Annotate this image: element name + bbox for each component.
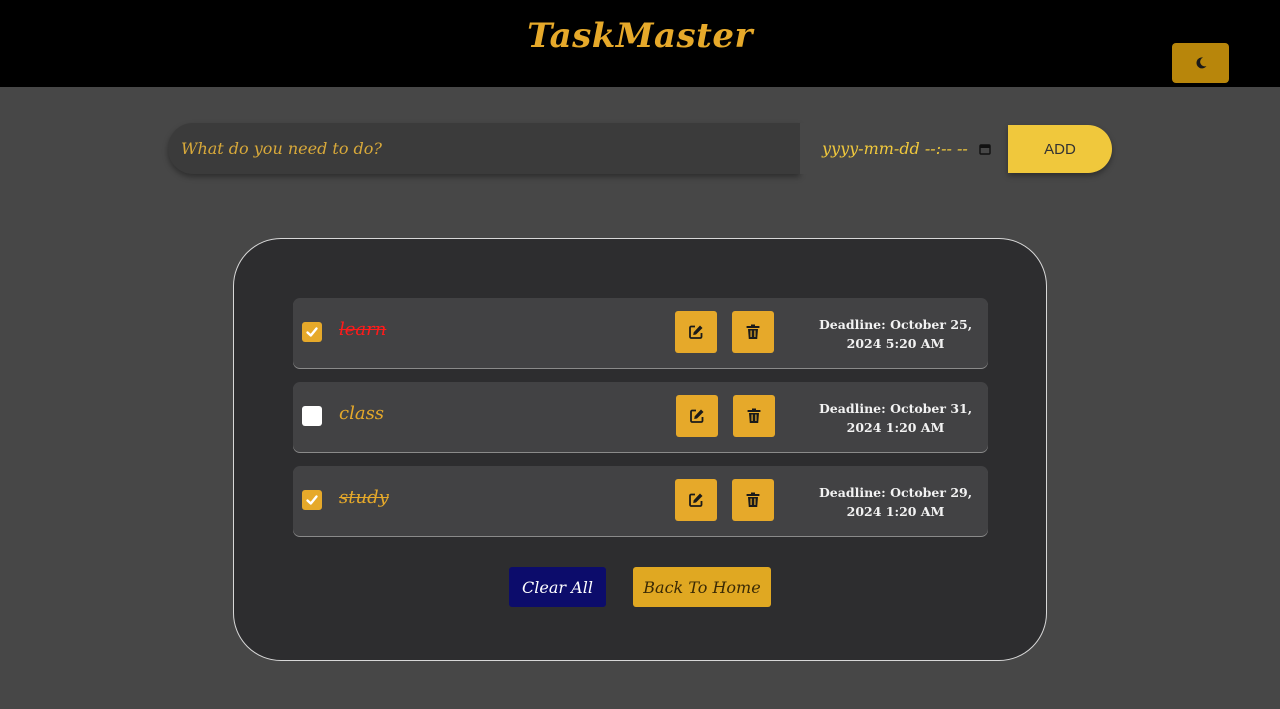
add-task-button[interactable]: ADD — [1008, 125, 1112, 173]
trash-icon — [746, 492, 760, 507]
task-complete-checkbox[interactable] — [302, 490, 322, 510]
delete-task-button[interactable] — [732, 311, 774, 353]
task-text: study — [339, 487, 389, 508]
task-text: learn — [339, 319, 387, 340]
calendar-icon[interactable] — [979, 143, 991, 155]
deadline-line-2: 2024 1:20 AM — [846, 420, 945, 435]
task-input-placeholder: What do you need to do? — [181, 139, 382, 158]
task-item: class Deadline: October 31, 2024 1:20 AM — [293, 382, 988, 452]
task-text: class — [339, 403, 385, 424]
checkmark-icon — [306, 495, 318, 505]
theme-toggle-button[interactable] — [1172, 43, 1229, 83]
task-deadline: Deadline: October 25, 2024 5:20 AM — [813, 315, 978, 353]
clear-all-button[interactable]: Clear All — [509, 567, 606, 607]
task-list-panel: learn Deadline: October 25, 2024 5:20 AM… — [233, 238, 1047, 661]
trash-icon — [746, 324, 760, 339]
task-complete-checkbox[interactable] — [302, 406, 322, 426]
deadline-line-1: Deadline: October 31, — [818, 401, 973, 416]
task-input[interactable]: What do you need to do? — [168, 123, 800, 174]
edit-task-button[interactable] — [675, 311, 717, 353]
deadline-line-1: Deadline: October 29, — [818, 485, 973, 500]
delete-task-button[interactable] — [732, 479, 774, 521]
checkmark-icon — [306, 327, 318, 337]
edit-icon — [689, 493, 703, 507]
task-deadline: Deadline: October 31, 2024 1:20 AM — [813, 399, 978, 437]
app-header: TaskMaster — [0, 0, 1280, 87]
task-item: study Deadline: October 29, 2024 1:20 AM — [293, 466, 988, 536]
deadline-datetime-input[interactable]: yyyy-mm-dd --:-- -- — [800, 123, 1008, 174]
edit-task-button[interactable] — [676, 395, 718, 437]
deadline-line-2: 2024 1:20 AM — [846, 504, 945, 519]
trash-icon — [747, 408, 761, 423]
back-to-home-button[interactable]: Back To Home — [633, 567, 771, 607]
task-deadline: Deadline: October 29, 2024 1:20 AM — [813, 483, 978, 521]
moon-icon — [1195, 57, 1206, 69]
date-input-placeholder: yyyy-mm-dd --:-- -- — [822, 139, 968, 158]
delete-task-button[interactable] — [733, 395, 775, 437]
task-item: learn Deadline: October 25, 2024 5:20 AM — [293, 298, 988, 368]
app-title: TaskMaster — [527, 16, 753, 56]
task-complete-checkbox[interactable] — [302, 322, 322, 342]
deadline-line-2: 2024 5:20 AM — [846, 336, 945, 351]
edit-icon — [690, 409, 704, 423]
deadline-line-1: Deadline: October 25, — [818, 317, 973, 332]
edit-task-button[interactable] — [675, 479, 717, 521]
edit-icon — [689, 325, 703, 339]
